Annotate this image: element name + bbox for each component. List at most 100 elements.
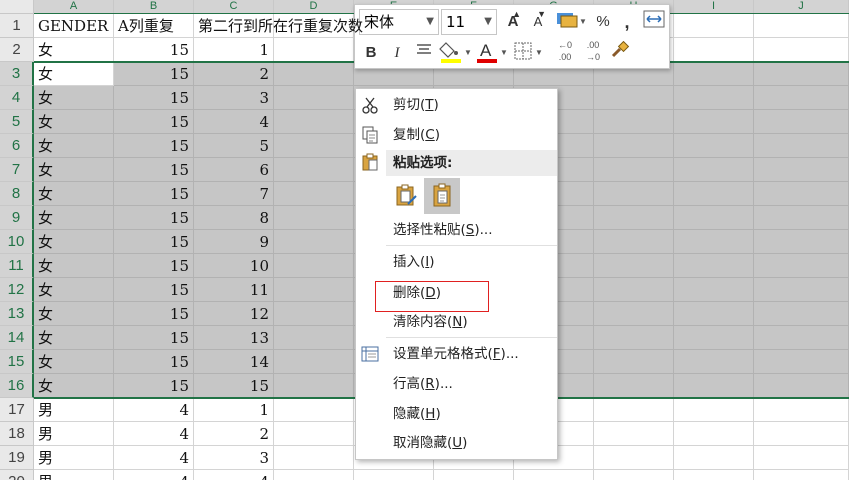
row-header[interactable]: 7 xyxy=(0,158,34,182)
cell-c13[interactable]: 12 xyxy=(194,302,274,326)
cell-i3[interactable] xyxy=(674,62,754,86)
cell-b7[interactable]: 15 xyxy=(114,158,194,182)
cell-d20[interactable] xyxy=(274,470,354,480)
cell-j17[interactable] xyxy=(754,398,849,422)
cell-c10[interactable]: 9 xyxy=(194,230,274,254)
cell-d8[interactable] xyxy=(274,182,354,206)
cell-b13[interactable]: 15 xyxy=(114,302,194,326)
cell-a16[interactable]: 女 xyxy=(34,374,114,398)
cell-i6[interactable] xyxy=(674,134,754,158)
cell-d14[interactable] xyxy=(274,326,354,350)
row-header[interactable]: 5 xyxy=(0,110,34,134)
cell-a7[interactable]: 女 xyxy=(34,158,114,182)
cell-a1[interactable]: GENDER xyxy=(34,14,114,38)
column-header-b[interactable]: B xyxy=(114,0,194,14)
cell-j8[interactable] xyxy=(754,182,849,206)
cell-i18[interactable] xyxy=(674,422,754,446)
cell-i10[interactable] xyxy=(674,230,754,254)
row-header[interactable]: 16 xyxy=(0,374,34,398)
cell-c18[interactable]: 2 xyxy=(194,422,274,446)
cell-d7[interactable] xyxy=(274,158,354,182)
row-header[interactable]: 17 xyxy=(0,398,34,422)
cell-i5[interactable] xyxy=(674,110,754,134)
cell-j20[interactable] xyxy=(754,470,849,480)
grow-font-button[interactable]: A ▲ xyxy=(503,9,523,34)
menu-item-format-cells[interactable]: 设置单元格格式(F)... xyxy=(356,340,557,368)
cell-j19[interactable] xyxy=(754,446,849,470)
cell-a14[interactable]: 女 xyxy=(34,326,114,350)
cell-j10[interactable] xyxy=(754,230,849,254)
cell-a20[interactable]: 男 xyxy=(34,470,114,480)
format-painter-button[interactable] xyxy=(609,40,631,65)
cell-b8[interactable]: 15 xyxy=(114,182,194,206)
cell-b3[interactable]: 15 xyxy=(114,62,194,86)
cell-b6[interactable]: 15 xyxy=(114,134,194,158)
cell-d2[interactable] xyxy=(274,38,354,62)
cell-a3[interactable]: 女 xyxy=(34,62,114,86)
cell-c19[interactable]: 3 xyxy=(194,446,274,470)
cell-b20[interactable]: 4 xyxy=(114,470,194,480)
row-header[interactable]: 3 xyxy=(0,62,34,86)
cell-h8[interactable] xyxy=(594,182,674,206)
cell-d13[interactable] xyxy=(274,302,354,326)
cell-h18[interactable] xyxy=(594,422,674,446)
cell-h11[interactable] xyxy=(594,254,674,278)
cell-d17[interactable] xyxy=(274,398,354,422)
cell-b17[interactable]: 4 xyxy=(114,398,194,422)
cell-c15[interactable]: 14 xyxy=(194,350,274,374)
cell-d3[interactable] xyxy=(274,62,354,86)
cell-h15[interactable] xyxy=(594,350,674,374)
column-header-c[interactable]: C xyxy=(194,0,274,14)
cell-i8[interactable] xyxy=(674,182,754,206)
cell-i17[interactable] xyxy=(674,398,754,422)
cell-j16[interactable] xyxy=(754,374,849,398)
cell-h16[interactable] xyxy=(594,374,674,398)
cell-a8[interactable]: 女 xyxy=(34,182,114,206)
cell-c3[interactable]: 2 xyxy=(194,62,274,86)
cell-h7[interactable] xyxy=(594,158,674,182)
accounting-format-button[interactable]: ▼ xyxy=(553,10,589,34)
cell-c11[interactable]: 10 xyxy=(194,254,274,278)
cell-d11[interactable] xyxy=(274,254,354,278)
cell-b14[interactable]: 15 xyxy=(114,326,194,350)
cell-a19[interactable]: 男 xyxy=(34,446,114,470)
cell-c5[interactable]: 4 xyxy=(194,110,274,134)
menu-item-hide[interactable]: 隐藏(H) xyxy=(356,400,557,428)
cell-j14[interactable] xyxy=(754,326,849,350)
cell-i1[interactable] xyxy=(674,14,754,38)
cell-a18[interactable]: 男 xyxy=(34,422,114,446)
row-header[interactable]: 8 xyxy=(0,182,34,206)
cell-a2[interactable]: 女 xyxy=(34,38,114,62)
cell-g20[interactable] xyxy=(514,470,594,480)
cell-a4[interactable]: 女 xyxy=(34,86,114,110)
cell-i15[interactable] xyxy=(674,350,754,374)
cell-a11[interactable]: 女 xyxy=(34,254,114,278)
menu-item-paste-special[interactable]: 选择性粘贴(S)... xyxy=(356,216,557,244)
cell-b9[interactable]: 15 xyxy=(114,206,194,230)
row-header[interactable]: 13 xyxy=(0,302,34,326)
cell-i2[interactable] xyxy=(674,38,754,62)
align-center-button[interactable] xyxy=(413,41,435,65)
cell-d5[interactable] xyxy=(274,110,354,134)
cell-c20[interactable]: 4 xyxy=(194,470,274,480)
row-header[interactable]: 14 xyxy=(0,326,34,350)
cell-c16[interactable]: 15 xyxy=(194,374,274,398)
cell-j15[interactable] xyxy=(754,350,849,374)
row-header[interactable]: 15 xyxy=(0,350,34,374)
row-header[interactable]: 1 xyxy=(0,14,34,38)
cell-a10[interactable]: 女 xyxy=(34,230,114,254)
cell-j9[interactable] xyxy=(754,206,849,230)
cell-h17[interactable] xyxy=(594,398,674,422)
cell-i13[interactable] xyxy=(674,302,754,326)
cell-c8[interactable]: 7 xyxy=(194,182,274,206)
cell-d18[interactable] xyxy=(274,422,354,446)
cell-a17[interactable]: 男 xyxy=(34,398,114,422)
cell-b18[interactable]: 4 xyxy=(114,422,194,446)
cell-c6[interactable]: 5 xyxy=(194,134,274,158)
cell-d6[interactable] xyxy=(274,134,354,158)
cell-i14[interactable] xyxy=(674,326,754,350)
bold-button[interactable]: B xyxy=(361,41,381,65)
row-header[interactable]: 12 xyxy=(0,278,34,302)
cell-b1[interactable]: A列重复 xyxy=(114,14,194,38)
cell-d15[interactable] xyxy=(274,350,354,374)
